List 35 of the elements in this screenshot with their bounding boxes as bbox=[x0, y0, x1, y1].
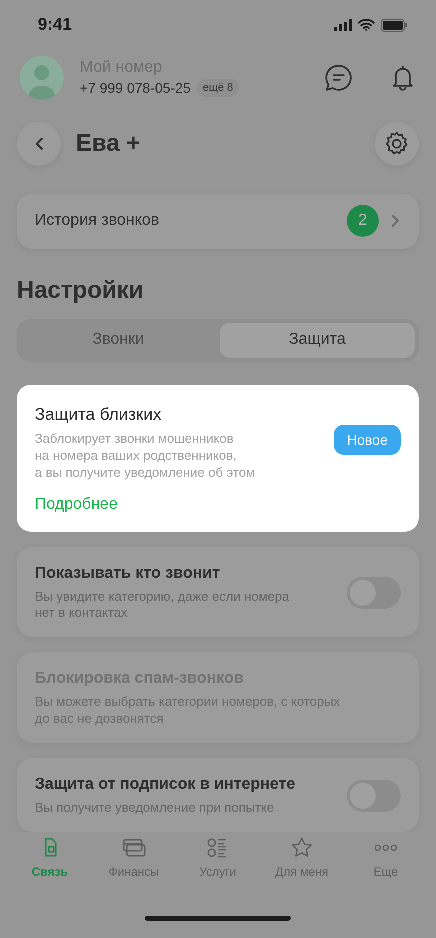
battery-icon bbox=[381, 18, 408, 32]
setting-card[interactable]: Защита от подписок в интернете Вы получите уведомление при попытке bbox=[17, 758, 419, 832]
nav-tab[interactable]: Финансы bbox=[94, 836, 174, 898]
setting-card[interactable]: Показывать кто звонит Вы увидите категорию, даже если номера нет в контактах bbox=[17, 546, 419, 638]
wifi-icon bbox=[358, 19, 375, 31]
more-numbers-badge[interactable]: ещё 8 bbox=[196, 78, 240, 97]
nav-tab[interactable]: Связь bbox=[10, 836, 90, 898]
more-link[interactable]: Подробнее bbox=[35, 496, 324, 514]
chevron-left-icon bbox=[36, 138, 42, 150]
chevron-right-icon bbox=[391, 214, 401, 228]
signal-icon bbox=[334, 19, 352, 31]
setting-title: Показывать кто звонит bbox=[35, 564, 222, 583]
dots-icon bbox=[375, 845, 397, 851]
segment-tab[interactable]: Защита bbox=[220, 322, 415, 358]
setting-description: Вы увидите категорию, даже если номера нет в контактах bbox=[35, 588, 290, 622]
promo-title: Защита близких bbox=[35, 405, 163, 426]
promo-description: Заблокирует звонки мошенников на номера ваших родственников, а вы получите уведомление об этом bbox=[35, 431, 256, 482]
chat-icon[interactable] bbox=[324, 62, 354, 93]
status-time: 9:41 bbox=[38, 15, 72, 35]
call-history-row[interactable]: История звонков 2 bbox=[17, 194, 419, 249]
nav-tab[interactable]: Для меня bbox=[262, 836, 342, 898]
back-button[interactable] bbox=[17, 122, 61, 166]
avatar[interactable] bbox=[20, 56, 64, 100]
nav-tab[interactable]: Услуги bbox=[178, 836, 258, 898]
count-badge: 2 bbox=[347, 205, 379, 238]
segment-tab[interactable]: Звонки bbox=[21, 322, 216, 358]
nav-tab[interactable]: Еще bbox=[346, 836, 426, 898]
setting-description: Вы получите уведомление при попытке bbox=[35, 800, 276, 816]
service-title: Ева + bbox=[76, 130, 142, 158]
section-title: Настройки bbox=[16, 276, 145, 305]
phone-number: +7 999 078-05-25 bbox=[80, 80, 191, 96]
star-icon bbox=[290, 836, 314, 860]
setting-title: Защита от подписок в интернете bbox=[35, 776, 296, 794]
settings-button[interactable] bbox=[375, 122, 419, 166]
new-badge: Новое bbox=[334, 425, 401, 456]
